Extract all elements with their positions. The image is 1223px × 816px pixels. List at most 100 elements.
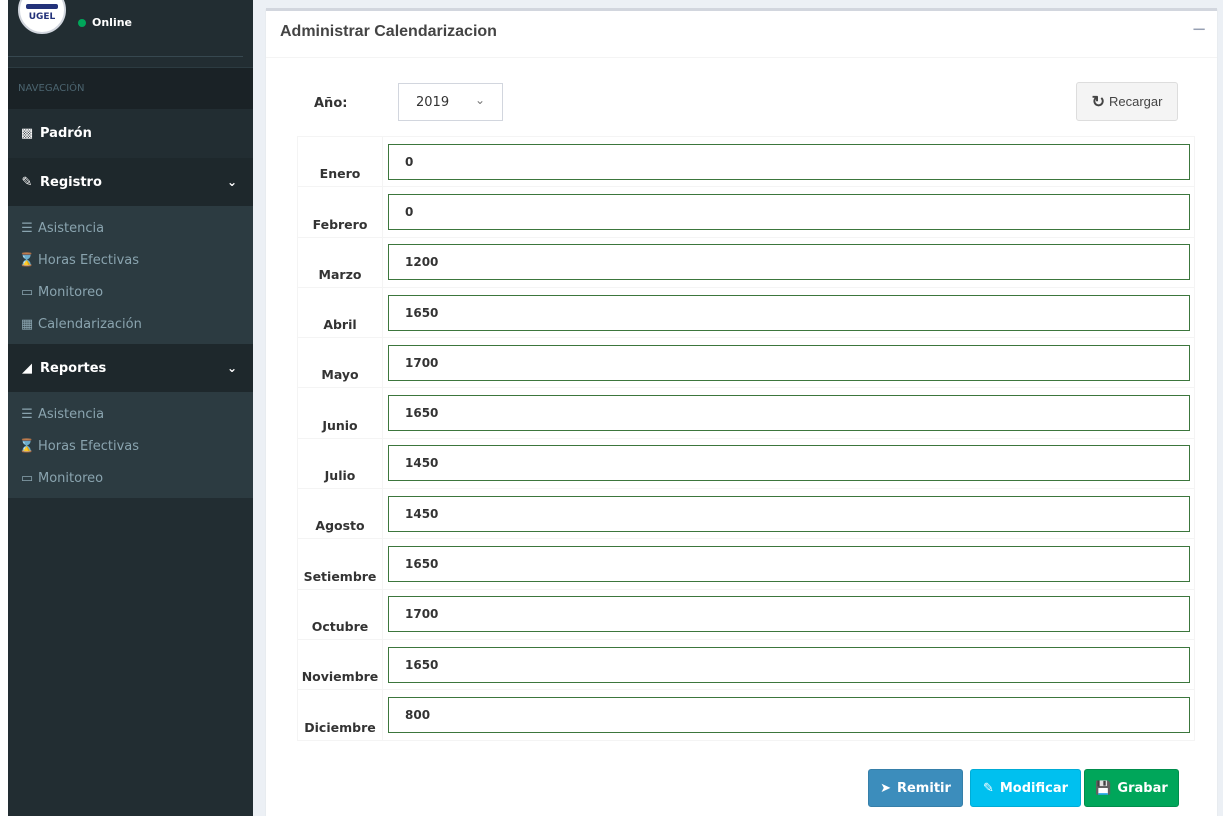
reload-button[interactable]: ↻ Recargar [1076, 82, 1178, 121]
grabar-button-label: Grabar [1117, 780, 1168, 796]
month-value-input[interactable]: 1450 [388, 495, 1190, 532]
remitir-button-label: Remitir [896, 780, 951, 796]
table-row: Diciembre 800 [297, 689, 1195, 741]
grabar-button[interactable]: 💾 Grabar [1084, 769, 1179, 807]
month-label: Mayo [297, 337, 383, 389]
sidebar-item-registro[interactable]: ✎ Registro ⌄ [8, 158, 253, 206]
month-value-cell: 1650 [382, 286, 1195, 339]
paper-plane-icon: ➤ [880, 780, 891, 796]
month-value-cell: 1650 [382, 387, 1195, 439]
sidebar-subitem-calendarizacion[interactable]: ▦ Calendarización [8, 308, 253, 340]
month-label: Marzo [297, 236, 383, 288]
month-label: Abril [297, 286, 383, 339]
registro-submenu: ☰ Asistencia ⌛ Horas Efectivas ▭ Monitor… [8, 206, 253, 344]
table-row: Julio 1450 [297, 437, 1195, 490]
logo-stripe [26, 4, 58, 9]
month-value-input[interactable]: 1700 [388, 344, 1190, 381]
month-label: Setiembre [297, 538, 383, 590]
sidebar-item-label: Padrón [40, 126, 92, 141]
month-value-input[interactable]: 0 [388, 143, 1190, 180]
sidebar-subitem-monitoreo[interactable]: ▭ Monitoreo [8, 276, 253, 308]
month-label: Octubre [297, 588, 383, 640]
list-icon: ☰ [21, 220, 33, 236]
reload-button-label: Recargar [1108, 94, 1163, 109]
table-row: Junio 1650 [297, 387, 1195, 439]
save-icon: 💾 [1095, 780, 1112, 796]
nav-header: NAVEGACIÓN [8, 68, 253, 109]
month-value-cell: 1700 [382, 337, 1195, 389]
table-row: Marzo 1200 [297, 236, 1195, 288]
table-row: Setiembre 1650 [297, 538, 1195, 590]
ugel-logo: UGEL [18, 0, 66, 34]
modificar-button[interactable]: ✎ Modificar [970, 769, 1081, 807]
month-value-cell: 800 [382, 689, 1195, 741]
month-label: Enero [297, 135, 383, 188]
month-value-input[interactable]: 1650 [388, 646, 1190, 683]
month-value-input[interactable]: 800 [388, 696, 1190, 733]
sidebar-item-label: Registro [40, 174, 102, 190]
year-select[interactable]: 2019 ⌄ [398, 83, 503, 121]
chevron-down-icon: ⌄ [226, 361, 237, 375]
sidebar: UGEL Online NAVEGACIÓN ▩ Padrón ✎ Regist… [8, 0, 253, 816]
month-value-cell: 1650 [382, 538, 1195, 590]
sidebar-item-padron[interactable]: ▩ Padrón [8, 109, 253, 158]
sidebar-menu: ▩ Padrón ✎ Registro ⌄ ☰ Asistencia ⌛ Hor… [8, 109, 253, 498]
status-text: Online [92, 16, 133, 29]
month-value-input[interactable]: 1650 [388, 395, 1190, 432]
sidebar-subitem-monitoreo[interactable]: ▭ Monitoreo [8, 462, 253, 494]
sidebar-item-reportes[interactable]: ◢ Reportes ⌄ [8, 344, 253, 392]
online-dot-icon [78, 18, 86, 27]
logo-text: UGEL [28, 12, 56, 22]
page-title: Administrar Calendarizacion [280, 23, 497, 40]
month-label: Agosto [297, 488, 383, 540]
user-divider [8, 56, 243, 57]
table-row: Mayo 1700 [297, 337, 1195, 389]
page-edge [0, 0, 8, 816]
edit-icon: ✎ [21, 174, 33, 190]
month-value-cell: 0 [382, 135, 1195, 188]
remitir-button[interactable]: ➤ Remitir [868, 769, 963, 807]
table-row: Enero 0 [297, 135, 1195, 188]
month-value-cell: 0 [382, 186, 1195, 238]
refresh-icon: ↻ [1091, 93, 1105, 111]
table-row: Noviembre 1650 [297, 638, 1195, 691]
year-label: Año: [314, 96, 348, 111]
month-value-input[interactable]: 1650 [388, 294, 1190, 331]
sidebar-subitem-asistencia[interactable]: ☰ Asistencia [8, 212, 253, 244]
subitem-label: Asistencia [38, 220, 105, 236]
area-chart-icon: ◢ [22, 360, 32, 376]
sidebar-subitem-asistencia[interactable]: ☰ Asistencia [8, 398, 253, 430]
modificar-button-label: Modificar [999, 780, 1069, 796]
month-value-input[interactable]: 0 [388, 193, 1190, 230]
year-select-value: 2019 [416, 94, 450, 110]
month-value-input[interactable]: 1450 [388, 445, 1190, 482]
chevron-down-icon: ⌄ [474, 93, 485, 107]
reportes-submenu: ☰ Asistencia ⌛ Horas Efectivas ▭ Monitor… [8, 392, 253, 498]
edit-icon: ✎ [982, 780, 994, 796]
table-row: Abril 1650 [297, 286, 1195, 339]
month-value-input[interactable]: 1200 [388, 244, 1190, 281]
table-row: Agosto 1450 [297, 488, 1195, 540]
subitem-label: Monitoreo [38, 284, 104, 300]
box-header: Administrar Calendarizacion − [266, 11, 1217, 58]
sidebar-subitem-horas-efectivas[interactable]: ⌛ Horas Efectivas [8, 244, 253, 276]
month-value-cell: 1650 [382, 638, 1195, 691]
month-value-input[interactable]: 1650 [388, 546, 1190, 583]
sidebar-subitem-horas-efectivas[interactable]: ⌛ Horas Efectivas [8, 430, 253, 462]
subitem-label: Horas Efectivas [38, 438, 140, 454]
month-value-input[interactable]: 1700 [388, 596, 1190, 633]
monitor-icon: ▭ [20, 284, 34, 300]
month-value-cell: 1450 [382, 437, 1195, 490]
table-row: Febrero 0 [297, 186, 1195, 238]
hourglass-icon: ⌛ [18, 252, 36, 268]
subitem-label: Monitoreo [38, 470, 104, 486]
subitem-label: Calendarización [38, 316, 142, 332]
hourglass-icon: ⌛ [18, 438, 36, 454]
user-panel: UGEL Online [8, 0, 253, 68]
month-value-cell: 1200 [382, 236, 1195, 288]
book-icon: ▩ [20, 126, 34, 141]
sidebar-item-label: Reportes [40, 360, 107, 376]
collapse-button[interactable]: − [1189, 19, 1209, 40]
calendar-icon: ▦ [20, 316, 34, 332]
subitem-label: Asistencia [38, 406, 105, 422]
